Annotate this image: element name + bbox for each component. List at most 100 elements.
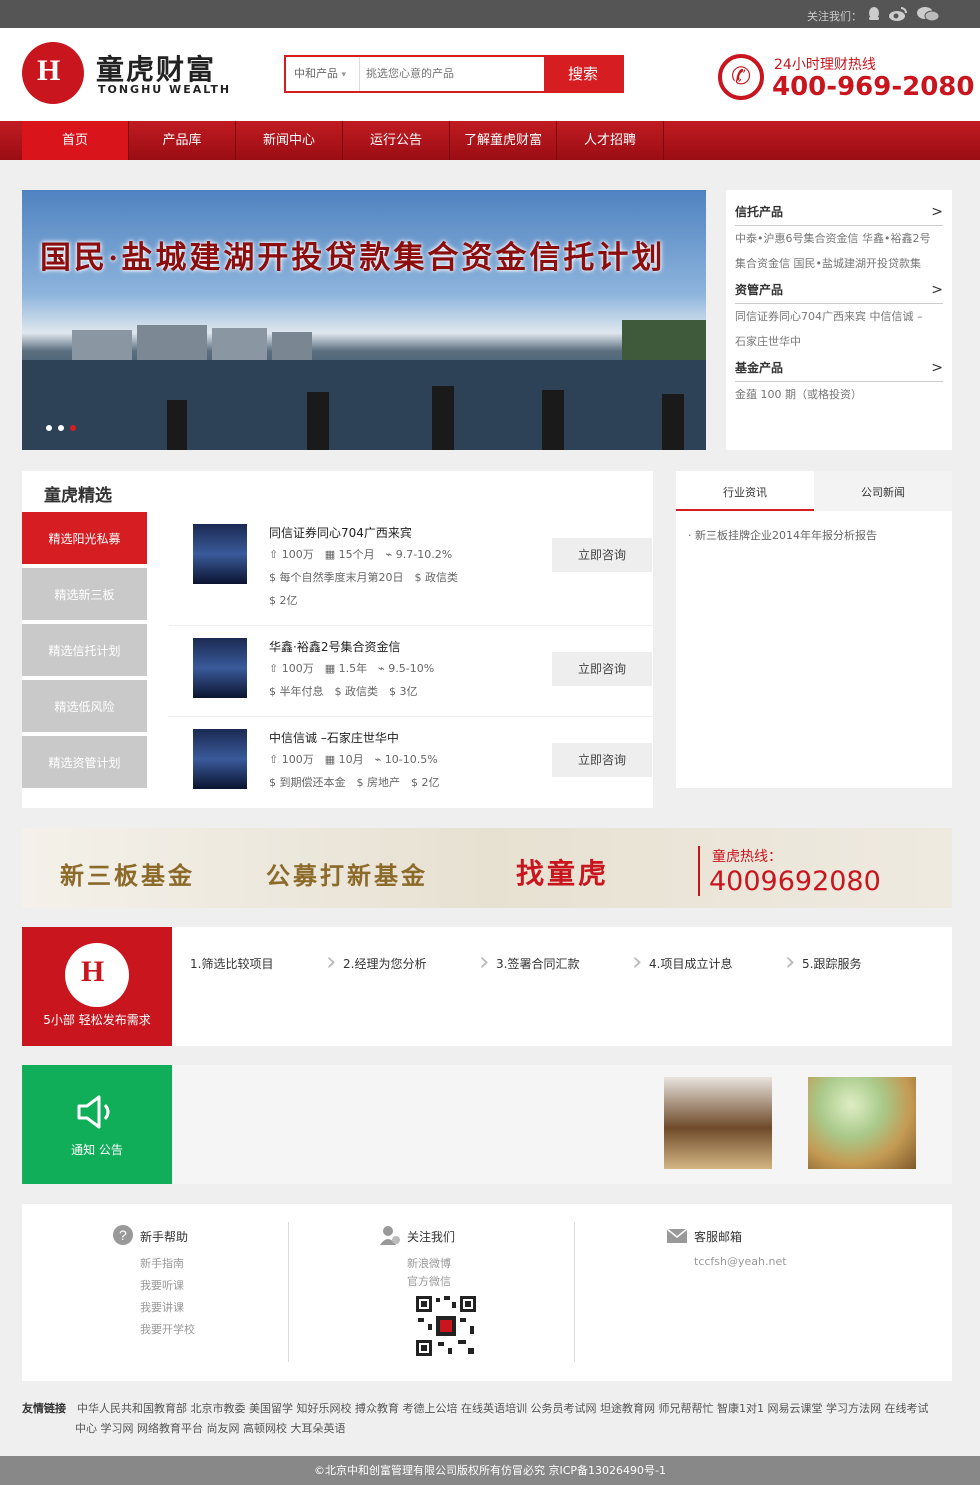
product-meta: $ 每个自然季度末月第20日 $ 政信类 [269, 571, 458, 584]
category-fund-list[interactable]: 金蕴 100 期（或格投资） [735, 382, 943, 407]
nav-item-announcements[interactable]: 运行公告 [343, 121, 450, 160]
help-link[interactable]: 我要讲课 [140, 1299, 184, 1315]
tab-private-equity[interactable]: 精选阳光私募 [22, 512, 147, 566]
mail-address[interactable]: tccfsh@yeah.net [694, 1255, 787, 1268]
links-label: 友情链接 [22, 1402, 66, 1415]
ad-text: 新三板基金 [60, 864, 195, 890]
divider [698, 846, 700, 896]
nav-item-news[interactable]: 新闻中心 [236, 121, 343, 160]
category-fund-header[interactable]: 基金产品 > [735, 358, 943, 382]
wechat-link[interactable]: 官方微信 [407, 1273, 451, 1289]
help-icon: ? [113, 1225, 133, 1245]
product-categories: 信托产品 > 中泰•沪惠6号集合资金信 华鑫•裕鑫2号 集合资金信 国民•盐城建湖开… [726, 190, 952, 450]
top-bar: 关注我们： [0, 0, 980, 28]
ad-banner[interactable]: 新三板基金 公募打新基金 找童虎 童虎热线： 4009692080 [22, 828, 952, 908]
chevron-down-icon: ▾ [341, 70, 347, 80]
hotline-number: 400-969-2080 [772, 72, 975, 102]
follow-label: 关注我们： [807, 10, 862, 23]
consult-button[interactable]: 立即咨询 [552, 652, 652, 686]
chevron-right-icon[interactable]: > [931, 280, 943, 300]
product-image[interactable] [193, 524, 247, 584]
news-item[interactable]: · 新三板挂牌企业2014年年报分析报告 [688, 527, 877, 543]
notice-badge[interactable]: 通知 公告 [22, 1065, 172, 1184]
category-trust-list[interactable]: 中泰•沪惠6号集合资金信 华鑫•裕鑫2号 集合资金信 国民•盐城建湖开投贷款集 [735, 226, 943, 276]
search-category-select[interactable]: 中和产品 ▾ [286, 57, 360, 91]
help-link[interactable]: 我要听课 [140, 1277, 184, 1293]
news-panel: 行业资讯 公司新闻 · 新三板挂牌企业2014年年报分析报告 [676, 471, 952, 788]
tab-low-risk[interactable]: 精选低风险 [22, 680, 147, 734]
help-link[interactable]: 新手指南 [140, 1255, 184, 1271]
chevron-right-icon[interactable]: > [931, 202, 943, 222]
logo-text[interactable]: 童虎财富 [96, 48, 216, 88]
main-nav: 首页 产品库 新闻中心 运行公告 了解童虎财富 人才招聘 [0, 121, 980, 160]
chevron-right-icon[interactable]: > [931, 358, 943, 378]
nav-item-home[interactable]: 首页 [22, 121, 129, 160]
nav-item-about[interactable]: 了解童虎财富 [450, 121, 557, 160]
tab-trust-plan[interactable]: 精选信托计划 [22, 624, 147, 678]
product-row: 华鑫·裕鑫2号集合资金信 ⇧ 100万 ▦ 1.5年 ⌁ 9.5-10% $ 半… [169, 626, 653, 717]
consult-button[interactable]: 立即咨询 [552, 743, 652, 777]
qq-icon[interactable] [866, 6, 882, 22]
help-link[interactable]: 我要开学校 [140, 1321, 195, 1337]
nav-item-products[interactable]: 产品库 [129, 121, 236, 160]
chevron-right-icon: › [632, 947, 643, 977]
category-asset-list[interactable]: 同信证券同心704广西来宾 中信信诚 – 石家庄世华中 [735, 304, 943, 354]
category-trust-header[interactable]: 信托产品 > [735, 202, 943, 226]
divider [574, 1222, 575, 1362]
speaker-icon [77, 1095, 110, 1129]
product-name[interactable]: 中信信诚 –石家庄世华中 [269, 729, 399, 746]
product-meta: $ 半年付息 $ 政信类 $ 3亿 [269, 685, 418, 698]
search-box: 中和产品 ▾ 搜索 [284, 55, 624, 93]
links-list[interactable]: 中心 学习网 网络教育平台 尚友网 高顿网校 大耳朵英语 [22, 1419, 952, 1439]
copyright: ©北京中和创富管理有限公司版权所有仿冒必究 京ICP备13026490号-1 [0, 1456, 980, 1485]
hero-banner[interactable]: 国民·盐城建湖开投贷款集合资金信托计划 [22, 190, 706, 450]
steps-badge: H 5小部 轻松发布需求 [22, 927, 172, 1046]
chevron-right-icon: › [785, 947, 796, 977]
process-steps: H 5小部 轻松发布需求 1.筛选比较项目 › 2.经理为您分析 › 3.签署合… [22, 927, 952, 1046]
product-meta: ⇧ 100万 ▦ 15个月 ⌁ 9.7-10.2% [269, 548, 453, 561]
product-meta: $ 2亿 [269, 594, 298, 607]
sprout-image[interactable] [808, 1077, 916, 1169]
product-image[interactable] [193, 729, 247, 789]
header: H 童虎财富 TONGHU WEALTH 中和产品 ▾ 搜索 ✆ 24小时理财热… [0, 28, 980, 121]
hotline-label: 24小时理财热线 [774, 57, 876, 73]
consult-button[interactable]: 立即咨询 [552, 538, 652, 572]
product-meta: $ 到期偿还本金 $ 房地产 $ 2亿 [269, 776, 440, 789]
search-button[interactable]: 搜索 [544, 57, 622, 91]
signing-image[interactable] [664, 1077, 772, 1169]
ad-text: 找童虎 [516, 859, 610, 890]
carousel-dot[interactable] [46, 425, 52, 431]
wechat-icon[interactable] [916, 6, 940, 22]
carousel-dots [46, 420, 82, 434]
featured-selection: 童虎精选 精选阳光私募 精选新三板 精选信托计划 精选低风险 精选资管计划 同信… [22, 471, 653, 808]
category-asset-header[interactable]: 资管产品 > [735, 280, 943, 304]
tab-new-third-board[interactable]: 精选新三板 [22, 568, 147, 622]
carousel-dot[interactable] [58, 425, 64, 431]
product-row: 中信信诚 –石家庄世华中 ⇧ 100万 ▦ 10月 ⌁ 10-10.5% $ 到… [169, 717, 653, 808]
tab-asset-plan[interactable]: 精选资管计划 [22, 736, 147, 790]
product-name[interactable]: 同信证券同心704广西来宾 [269, 524, 412, 541]
product-meta: ⇧ 100万 ▦ 1.5年 ⌁ 9.5-10% [269, 662, 435, 675]
links-list[interactable]: 中华人民共和国教育部 北京市教委 美国留学 知好乐网校 搏众教育 考德上公培 在… [77, 1402, 928, 1415]
product-name[interactable]: 华鑫·裕鑫2号集合资金信 [269, 638, 400, 655]
step-item: 3.签署合同汇款 [496, 957, 580, 971]
weibo-icon[interactable] [888, 6, 908, 22]
phone-icon: ✆ [718, 54, 764, 100]
follow-title: 关注我们 [407, 1230, 456, 1244]
logo-icon[interactable]: H [22, 42, 84, 104]
product-image[interactable] [193, 638, 247, 698]
weibo-link[interactable]: 新浪微博 [407, 1255, 451, 1271]
search-input[interactable] [366, 57, 546, 91]
qr-code-image [414, 1294, 478, 1358]
step-item: 1.筛选比较项目 [190, 957, 274, 971]
divider [288, 1222, 289, 1362]
tab-company-news[interactable]: 公司新闻 [814, 471, 952, 511]
nav-item-careers[interactable]: 人才招聘 [557, 121, 664, 160]
banner-title: 国民·盐城建湖开投贷款集合资金信托计划 [40, 240, 666, 275]
ad-hotline-number: 4009692080 [709, 866, 881, 897]
carousel-dot-active[interactable] [70, 425, 76, 431]
ad-hotline-label: 童虎热线： [712, 849, 782, 865]
notice-label: 通知 公告 [71, 1143, 123, 1157]
step-item: 4.项目成立计息 [649, 957, 733, 971]
tab-industry-news[interactable]: 行业资讯 [676, 471, 814, 511]
